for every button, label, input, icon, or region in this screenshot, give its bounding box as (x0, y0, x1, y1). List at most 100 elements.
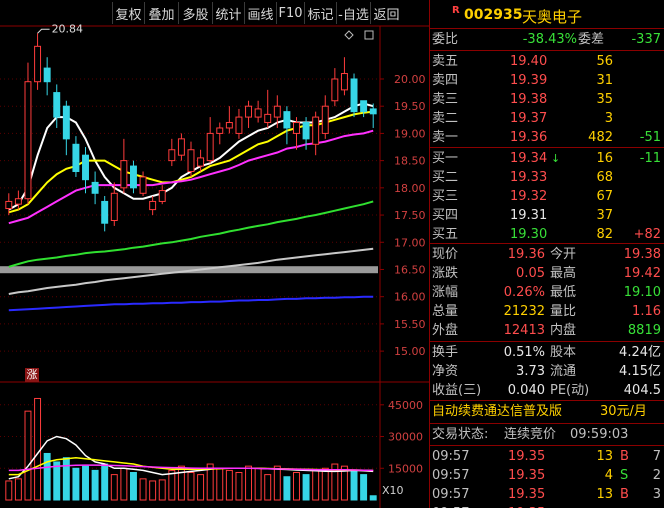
tick-price: 19.35 (508, 487, 546, 502)
candle-body (24, 81, 32, 200)
stat-label: 现价 (432, 247, 459, 262)
stat-value: 0.05 (516, 266, 545, 281)
volume-bar (273, 465, 281, 501)
volume-bar (254, 467, 262, 501)
bid-row: 买一 19.34 ↓ 16 -11 (430, 149, 664, 168)
price-tick-label: 18.50 (394, 155, 426, 168)
fund-label: 股本 (550, 345, 577, 360)
weicha-value: -337 (631, 32, 661, 47)
volume-bar (72, 467, 80, 501)
ask-row: 卖二 19.37 3 (430, 109, 664, 128)
candle-body (225, 122, 233, 129)
weibi-value: -38.43% (522, 32, 577, 47)
rise-tag: 涨 (25, 368, 39, 382)
toolbar-button[interactable]: 多股 (178, 2, 212, 24)
volume-bar (235, 472, 243, 501)
toolbar-button[interactable]: 返回 (370, 2, 402, 24)
toolbar-button[interactable]: F10 (276, 2, 304, 24)
toolbar-button[interactable]: 复权 (112, 2, 144, 24)
fund-value: 0.51% (503, 345, 545, 360)
price-tick-label: 17.50 (394, 209, 426, 222)
quote-panel: R 002935 天奥电子 委比 -38.43% 委差 -337 卖五 19.40… (429, 0, 664, 508)
toolbar-button[interactable]: 统计 (212, 2, 244, 24)
volume-bar (82, 465, 89, 501)
price-tick-label: 15.50 (394, 318, 426, 331)
volume-bar (283, 476, 291, 501)
fund-value: 3.73 (516, 364, 545, 379)
bid-volume: 82 (596, 227, 613, 242)
ma-line (8, 295, 374, 312)
stat-label: 最低 (550, 285, 577, 300)
ask-volume: 31 (596, 73, 613, 88)
tick-price: 19.35 (508, 449, 546, 464)
fund-label: 流通 (550, 364, 577, 379)
tick-row: 09:57 19.35 (430, 504, 664, 508)
volume-bar (264, 474, 272, 501)
candle-body (62, 105, 70, 140)
volume-bar (62, 457, 70, 501)
toolbar-button[interactable]: 叠加 (144, 2, 178, 24)
bid-volume: 37 (596, 208, 613, 223)
ask-volume: 35 (596, 92, 613, 107)
volume-tick-label: 15000 (388, 462, 423, 475)
candle-body (331, 78, 339, 102)
volume-bar (216, 467, 224, 501)
ad-banner[interactable]: 自动续费通达信普及版 30元/月 (430, 402, 664, 421)
bid-volume: 16 (596, 151, 613, 166)
volume-unit-label: X10 (382, 484, 404, 497)
fund-label: 净资 (432, 364, 459, 379)
bid-change: +82 (633, 227, 661, 242)
stock-header: R 002935 天奥电子 (430, 4, 664, 28)
bid-label: 买三 (432, 189, 459, 204)
bid-row: 买二 19.33 68 (430, 168, 664, 187)
ask-volume: 482 (588, 130, 613, 145)
ask-price: 19.38 (510, 92, 548, 107)
weibi-row: 委比 -38.43% 委差 -337 (430, 30, 664, 49)
candle-body (302, 122, 310, 140)
fund-label: 换手 (432, 345, 459, 360)
chart-canvas[interactable]: 20.00 19.50 19.00 18.50 18.00 17.50 17.00 16.50… (0, 0, 429, 508)
candle-body (110, 192, 118, 221)
stat-label: 今开 (550, 247, 577, 262)
weibi-label: 委比 (432, 32, 459, 47)
candle-body (72, 143, 80, 173)
candle-body (34, 45, 42, 83)
volume-bar (245, 465, 253, 501)
volume-bar (350, 469, 358, 501)
candle-body (245, 105, 253, 118)
square-icon (364, 30, 374, 40)
volume-bar (302, 474, 310, 501)
stock-name: 天奥电子 (522, 8, 583, 26)
volume-bar (369, 495, 377, 501)
price-tick-label: 17.00 (394, 236, 426, 249)
stat-value: 1.16 (632, 304, 661, 319)
fund-row: 净资 3.73 流通 4.15亿 (430, 362, 664, 381)
kline-chart-area[interactable]: 20.00 19.50 19.00 18.50 18.00 17.50 17.00 16.50… (0, 0, 429, 508)
volume-bar (360, 474, 368, 501)
tick-price: 19.35 (508, 504, 545, 508)
volume-bar (53, 461, 61, 501)
bid-label: 买二 (432, 170, 459, 185)
volume-bar (101, 463, 109, 501)
stat-value: 19.42 (623, 266, 661, 281)
candle-body (350, 78, 358, 113)
bid-change: -11 (639, 151, 661, 166)
ad-text[interactable]: 自动续费通达信普及版 (432, 402, 562, 421)
stat-value: 0.26% (503, 285, 545, 300)
volume-bar (110, 474, 118, 501)
bid-price: 19.33 (510, 170, 548, 185)
stat-value: 8819 (627, 323, 661, 338)
candle-body (129, 165, 137, 189)
toolbar-button[interactable]: 画线 (244, 2, 276, 24)
toolbar-button[interactable]: 标记 (304, 2, 336, 24)
toolbar-button[interactable]: -自选 (336, 2, 370, 24)
ad-price[interactable]: 30元/月 (600, 402, 647, 421)
volume-bar (293, 472, 300, 501)
fund-value: 4.15亿 (619, 364, 661, 379)
candle-body (43, 67, 51, 83)
volume-bar (158, 479, 166, 501)
volume-bar (168, 469, 176, 501)
volume-bar (5, 480, 13, 501)
ask-label: 卖四 (432, 73, 459, 88)
ask-label: 卖一 (432, 130, 459, 145)
